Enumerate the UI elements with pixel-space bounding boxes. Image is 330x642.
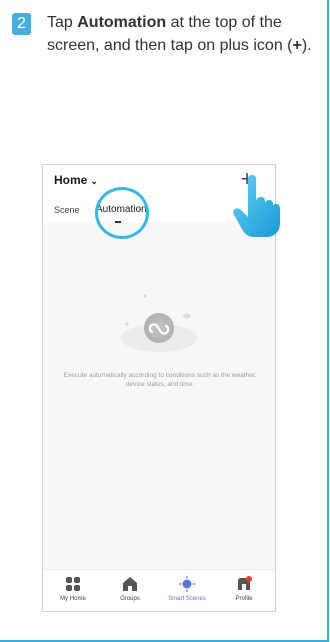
instruction-text: Tap Automation at the top of the screen,… bbox=[47, 11, 317, 57]
chevron-down-icon: ⌄ bbox=[90, 176, 98, 186]
house-icon bbox=[123, 577, 137, 591]
automation-highlight-circle bbox=[95, 187, 149, 239]
sun-icon bbox=[179, 576, 195, 592]
tabbar-label-profile: Profile bbox=[235, 596, 253, 602]
instruction-plus-symbol: + bbox=[292, 37, 302, 54]
tabbar-label-my-home: My Home bbox=[60, 596, 86, 602]
instruction-part-3: ). bbox=[301, 37, 312, 54]
instruction-part-1: Tap bbox=[47, 14, 78, 31]
tabbar-item-smart-scenes[interactable]: Smart Scenes bbox=[161, 576, 213, 602]
tabbar-label-groups: Groups bbox=[120, 596, 140, 602]
step-number-badge: 2 bbox=[12, 13, 31, 35]
empty-state-illustration bbox=[121, 294, 197, 352]
tabbar-item-my-home[interactable]: My Home bbox=[47, 576, 99, 602]
tab-scene[interactable]: Scene bbox=[54, 205, 80, 215]
tabbar-label-smart-scenes: Smart Scenes bbox=[168, 596, 206, 602]
home-label: Home bbox=[54, 173, 88, 187]
empty-state-message: Execute automatically according to condi… bbox=[63, 372, 257, 388]
grid-icon bbox=[66, 577, 80, 591]
bottom-tab-bar: My Home Groups Smart Scenes Profile bbox=[43, 569, 275, 611]
home-selector[interactable]: Home ⌄ bbox=[54, 173, 98, 187]
pointing-hand-icon bbox=[233, 175, 280, 237]
profile-icon bbox=[238, 576, 252, 590]
instruction-bold-automation: Automation bbox=[77, 14, 167, 31]
tabbar-item-groups[interactable]: Groups bbox=[104, 576, 156, 602]
tabbar-item-profile[interactable]: Profile bbox=[218, 576, 270, 602]
